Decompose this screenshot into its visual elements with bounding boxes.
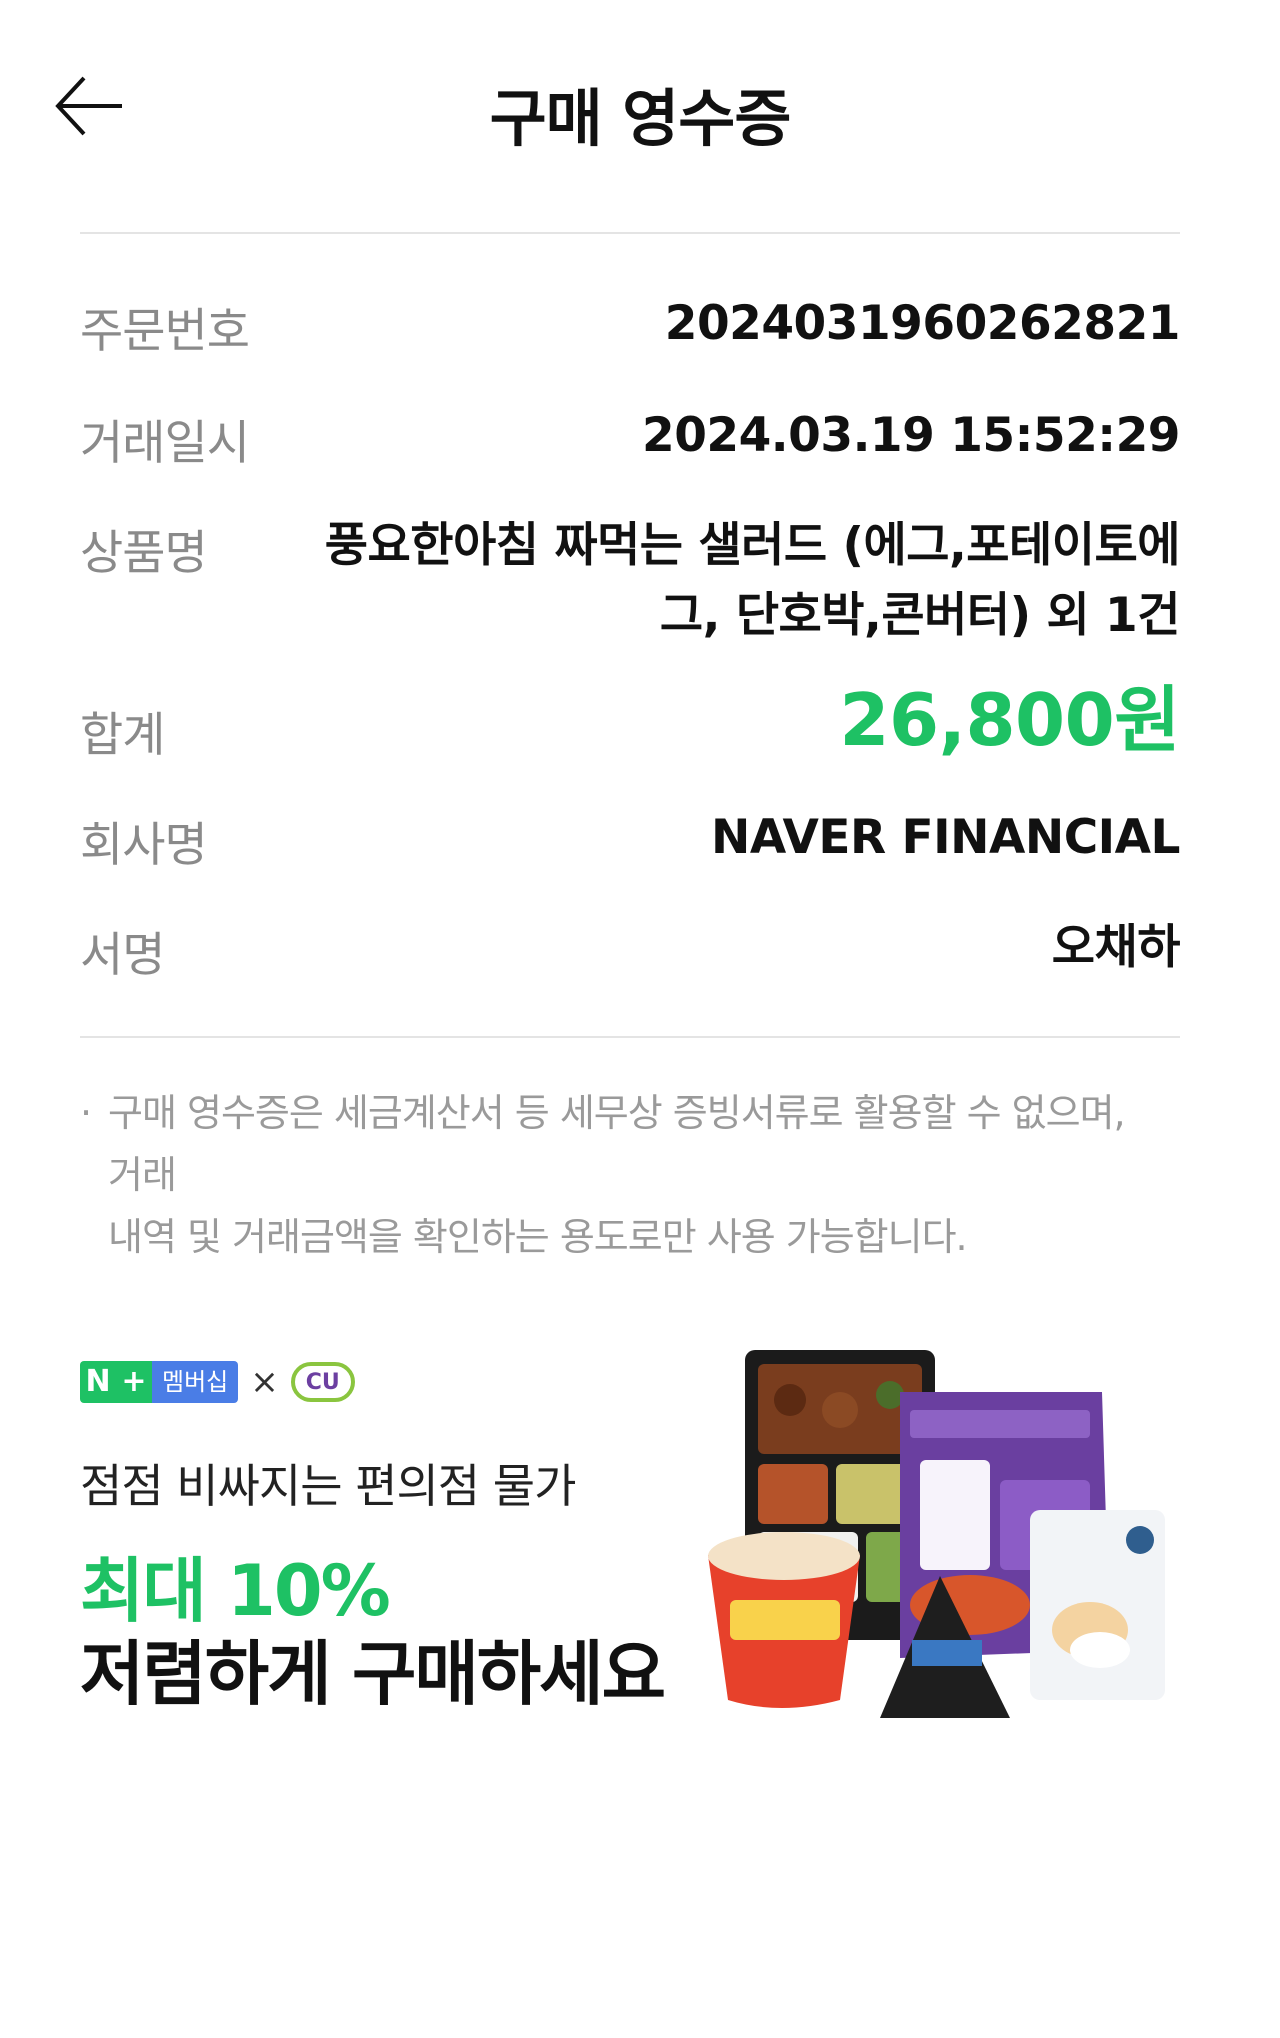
notice-line1: 구매 영수증은 세금계산서 등 세무상 증빙서류로 활용할 수 없으며, 거래 — [108, 1091, 1126, 1197]
page-title: 구매 영수증 — [489, 82, 792, 155]
cu-logo: CU — [290, 1362, 355, 1402]
transaction-date-value: 2024.03.19 15:52:29 — [642, 408, 1181, 463]
transaction-date-row: 거래일시 2024.03.19 15:52:29 — [80, 404, 1181, 474]
total-amount: 26,800원 — [839, 678, 1180, 762]
products-illustration — [708, 1350, 1165, 1718]
npay-membership-badge: N + 멤버십 — [80, 1361, 239, 1403]
transaction-date-label: 거래일시 — [80, 416, 250, 471]
company-value: NAVER FINANCIAL — [711, 810, 1181, 865]
company-row: 회사명 NAVER FINANCIAL — [80, 806, 1181, 876]
times-symbol: × — [250, 1362, 279, 1402]
header: 구매 영수증 — [0, 0, 1280, 220]
product-name-row: 상품명 풍요한아침 짜먹는 샐러드 (에그,포테이토에 그, 단호박,콘버터) … — [80, 514, 1181, 654]
product-name-value: 풍요한아침 짜먹는 샐러드 (에그,포테이토에 그, 단호박,콘버터) 외 1건 — [320, 514, 1181, 648]
product-name-label: 상품명 — [80, 526, 208, 581]
notice-text: 구매 영수증은 세금계산서 등 세무상 증빙서류로 활용할 수 없으며, 거래 … — [108, 1082, 1168, 1268]
promo-line3: 저렴하게 구매하세요 — [80, 1633, 666, 1715]
signature-row: 서명 오채하 — [80, 916, 1181, 986]
divider-bottom — [80, 1036, 1180, 1038]
signature-label: 서명 — [80, 928, 165, 983]
notice-bullet: · — [80, 1091, 92, 1135]
total-row: 합계 26,800원 — [80, 680, 1180, 770]
product-name-line2: 그, 단호박,콘버터) 외 1건 — [659, 588, 1181, 643]
company-label: 회사명 — [80, 818, 208, 873]
promo-badges: N + 멤버십 × CU — [80, 1360, 355, 1404]
order-number-row: 주문번호 2024031960262821 — [80, 292, 1181, 362]
divider-top — [80, 232, 1180, 234]
naver-n-logo: N — [80, 1361, 116, 1403]
order-number-value: 2024031960262821 — [664, 296, 1181, 351]
total-label: 합계 — [80, 708, 165, 763]
plus-icon: + — [116, 1361, 152, 1403]
promo-line1: 점점 비싸지는 편의점 물가 — [80, 1459, 576, 1513]
signature-value: 오채하 — [1051, 920, 1181, 975]
product-name-line1: 풍요한아침 짜먹는 샐러드 (에그,포테이토에 — [324, 518, 1181, 573]
membership-label: 멤버십 — [152, 1361, 239, 1403]
notice-line2: 내역 및 거래금액을 확인하는 용도로만 사용 가능합니다. — [108, 1215, 968, 1259]
order-number-label: 주문번호 — [80, 304, 250, 359]
